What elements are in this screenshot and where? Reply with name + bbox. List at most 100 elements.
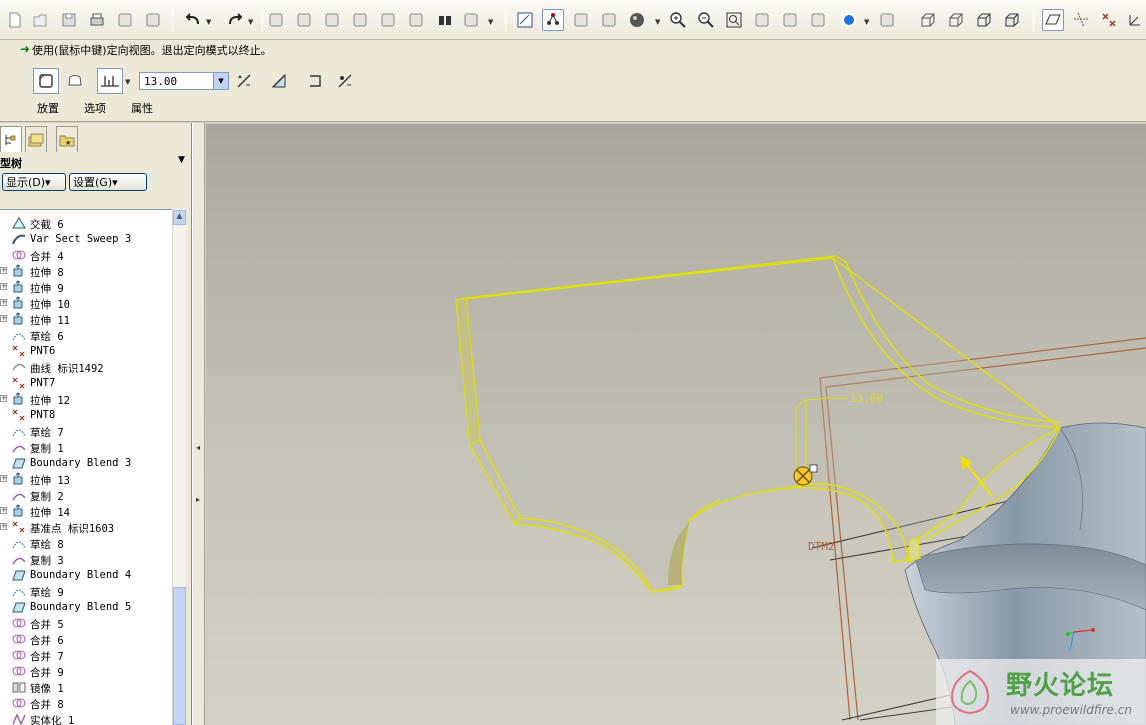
tree-item[interactable]: 复制 3 <box>0 551 172 567</box>
expand-icon[interactable]: + <box>0 299 7 306</box>
remove-material-icon[interactable] <box>266 68 292 94</box>
save-icon[interactable] <box>58 9 80 31</box>
expand-icon[interactable]: + <box>0 507 7 514</box>
model-tree-tab[interactable] <box>0 126 22 152</box>
tree-item[interactable]: 合并 8 <box>0 695 172 711</box>
depth-option-dropdown-icon[interactable]: ▼ <box>125 78 130 86</box>
coordinate-systems-icon[interactable] <box>1124 9 1146 31</box>
tree-item[interactable]: 合并 9 <box>0 663 172 679</box>
cut-icon[interactable] <box>265 9 287 31</box>
regenerate-icon[interactable] <box>377 9 399 31</box>
new-file-icon[interactable] <box>4 9 26 31</box>
copy-icon[interactable] <box>293 9 315 31</box>
solid-icon[interactable] <box>33 68 59 94</box>
mail-icon[interactable] <box>142 9 164 31</box>
select-box-icon[interactable] <box>460 9 482 31</box>
properties-tab[interactable]: 属性 <box>131 100 153 116</box>
collapse-left-icon[interactable]: ◂ <box>196 443 200 452</box>
tree-item[interactable]: + 拉伸 9 <box>0 279 172 295</box>
expand-icon[interactable]: + <box>0 315 7 322</box>
refit-icon[interactable] <box>723 9 745 31</box>
no-hidden-icon[interactable] <box>973 9 995 31</box>
tree-item[interactable]: + 拉伸 12 <box>0 391 172 407</box>
panel-splitter[interactable]: ◂ ▸ <box>192 123 205 725</box>
sketch-references-icon[interactable] <box>542 9 564 31</box>
find-icon[interactable] <box>434 9 456 31</box>
tree-item[interactable]: Boundary Blend 3 <box>0 455 172 471</box>
tree-item[interactable]: 合并 5 <box>0 615 172 631</box>
scrollbar-thumb[interactable] <box>173 587 186 725</box>
tree-item[interactable]: + 拉伸 14 <box>0 503 172 519</box>
print-icon[interactable] <box>86 9 108 31</box>
redo-icon[interactable] <box>224 9 246 31</box>
tree-item[interactable]: Boundary Blend 4 <box>0 567 172 583</box>
open-icon[interactable] <box>30 9 52 31</box>
depth-value-field[interactable]: 13.00 ▼ <box>139 72 229 90</box>
settings-button[interactable]: 设置(G)▾ <box>69 173 147 191</box>
tree-item[interactable]: 合并 4 <box>0 247 172 263</box>
shaded-icon[interactable] <box>1001 9 1023 31</box>
thicken-sketch-icon[interactable] <box>302 68 328 94</box>
expand-icon[interactable]: + <box>0 475 7 482</box>
send-icon[interactable] <box>114 9 136 31</box>
3d-view-icon[interactable] <box>598 9 620 31</box>
surface-icon[interactable] <box>62 68 88 94</box>
tree-item[interactable]: 合并 7 <box>0 647 172 663</box>
palette-icon[interactable] <box>570 9 592 31</box>
datum-axes-icon[interactable] <box>1070 9 1092 31</box>
view-manager-icon[interactable] <box>779 9 801 31</box>
depth-option-icon[interactable] <box>97 68 123 94</box>
tree-item[interactable]: 曲线 标识1492 <box>0 359 172 375</box>
tree-item[interactable]: 合并 6 <box>0 631 172 647</box>
chevron-down-icon[interactable]: ▼ <box>178 155 185 165</box>
options-tab[interactable]: 选项 <box>84 100 106 116</box>
tree-item[interactable]: PNT8 <box>0 407 172 423</box>
tree-item[interactable]: + 拉伸 11 <box>0 311 172 327</box>
regenerate-manager-icon[interactable] <box>405 9 427 31</box>
layers-icon[interactable] <box>807 9 829 31</box>
expand-icon[interactable]: + <box>0 523 7 530</box>
zoom-in-icon[interactable] <box>667 9 689 31</box>
model-canvas[interactable]: DTM2 13.00 <box>206 124 1146 725</box>
select-dropdown-icon[interactable]: ▼ <box>488 18 493 26</box>
tree-item[interactable]: + 拉伸 10 <box>0 295 172 311</box>
tree-item[interactable]: 复制 2 <box>0 487 172 503</box>
undo-icon[interactable] <box>182 9 204 31</box>
graphics-window[interactable]: DTM2 13.00 野火论坛 www.proewildfire.cn <box>206 124 1146 725</box>
expand-icon[interactable]: + <box>0 283 7 290</box>
hidden-line-icon[interactable] <box>945 9 967 31</box>
flip-thicken-icon[interactable] <box>332 68 358 94</box>
tree-item[interactable]: PNT6 <box>0 343 172 359</box>
tree-item[interactable]: + 拉伸 8 <box>0 263 172 279</box>
datum-planes-icon[interactable] <box>1042 9 1064 31</box>
tree-item[interactable]: 草绘 7 <box>0 423 172 439</box>
appearance-icon[interactable] <box>838 9 860 31</box>
favorites-tab[interactable]: ★ <box>56 126 78 152</box>
paste-special-icon[interactable] <box>349 9 371 31</box>
reorient-icon[interactable] <box>751 9 773 31</box>
placement-tab[interactable]: 放置 <box>37 100 59 116</box>
sketch-view-icon[interactable] <box>514 9 536 31</box>
model-tree-camera-icon[interactable] <box>876 9 898 31</box>
dimension-value[interactable]: 13.00 <box>850 392 883 405</box>
redo-dropdown-icon[interactable]: ▼ <box>248 18 253 26</box>
tree-item[interactable]: 实体化 1 <box>0 711 172 725</box>
tree-item[interactable]: Var Sect Sweep 3 <box>0 231 172 247</box>
tree-item[interactable]: + 拉伸 13 <box>0 471 172 487</box>
datum-points-icon[interactable] <box>1098 9 1120 31</box>
tree-item[interactable]: 交截 6 <box>0 215 172 231</box>
tree-item[interactable]: 草绘 8 <box>0 535 172 551</box>
shading-icon[interactable] <box>626 9 648 31</box>
zoom-out-icon[interactable] <box>695 9 717 31</box>
flip-direction-icon[interactable] <box>231 68 257 94</box>
undo-dropdown-icon[interactable]: ▼ <box>206 18 211 26</box>
chevron-down-icon[interactable]: ▼ <box>213 73 228 89</box>
show-button[interactable]: 显示(D)▾ <box>2 173 66 191</box>
folder-browser-tab[interactable] <box>25 126 47 152</box>
tree-item[interactable]: PNT7 <box>0 375 172 391</box>
tree-item[interactable]: 复制 1 <box>0 439 172 455</box>
paste-icon[interactable] <box>321 9 343 31</box>
appearance-dropdown-icon[interactable]: ▼ <box>864 18 869 26</box>
tree-item[interactable]: 草绘 6 <box>0 327 172 343</box>
tree-item[interactable]: Boundary Blend 5 <box>0 599 172 615</box>
